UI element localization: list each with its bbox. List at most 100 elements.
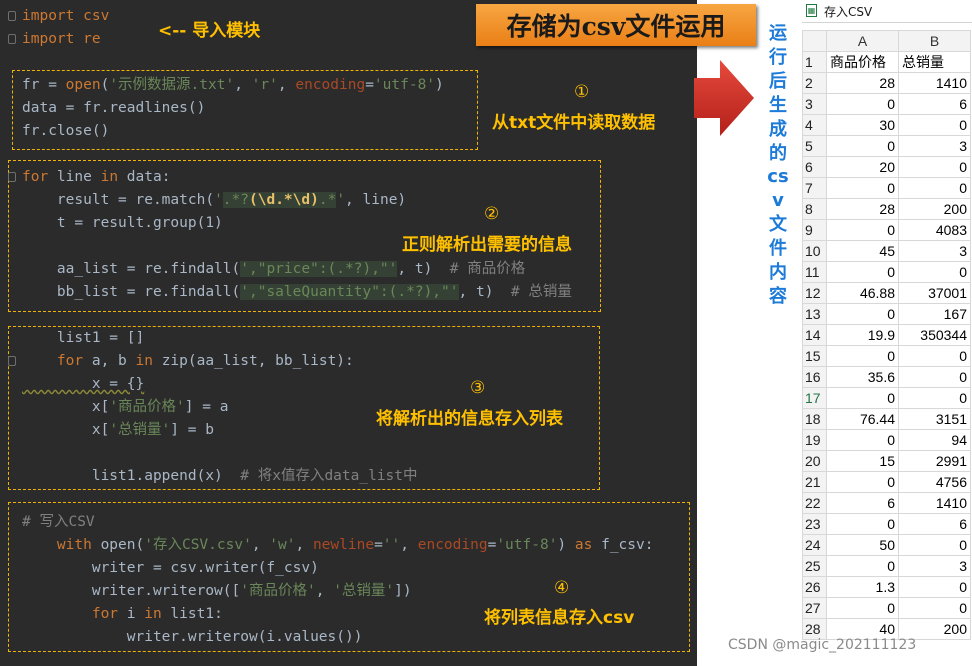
- table-cell[interactable]: 20: [826, 156, 899, 178]
- table-cell[interactable]: 350344: [898, 324, 971, 346]
- row-header[interactable]: 25: [802, 555, 827, 577]
- spreadsheet[interactable]: ▦ 存入CSV A B 1 商品价格 总销量 2 28 1410 3 0 6 4 30 0 5 0 3 6 20…: [802, 0, 972, 666]
- table-cell[interactable]: 3: [898, 555, 971, 577]
- sheet-grid[interactable]: A B 1 商品价格 总销量 2 28 1410 3 0 6 4 30 0 5 0 3 6 20 0 7 0 0 8 28 2…: [802, 30, 971, 640]
- table-row[interactable]: 27 0 0: [802, 597, 971, 619]
- row-header[interactable]: 16: [802, 366, 827, 388]
- table-cell[interactable]: 0: [826, 513, 899, 535]
- table-cell[interactable]: 50: [826, 534, 899, 556]
- row-header[interactable]: 5: [802, 135, 827, 157]
- select-all-corner[interactable]: [802, 30, 827, 52]
- table-cell[interactable]: 0: [826, 429, 899, 451]
- row-header[interactable]: 8: [802, 198, 827, 220]
- table-cell[interactable]: 167: [898, 303, 971, 325]
- table-cell[interactable]: 1.3: [826, 576, 899, 598]
- table-row[interactable]: 24 50 0: [802, 534, 971, 556]
- row-header[interactable]: 12: [802, 282, 827, 304]
- table-row[interactable]: 13 0 167: [802, 303, 971, 325]
- table-cell[interactable]: 0: [826, 93, 899, 115]
- table-cell[interactable]: 0: [898, 261, 971, 283]
- column-header-a[interactable]: A: [826, 30, 899, 52]
- table-row[interactable]: 20 15 2991: [802, 450, 971, 472]
- fold-marker[interactable]: [8, 172, 16, 182]
- table-cell[interactable]: 0: [898, 366, 971, 388]
- table-cell[interactable]: 0: [898, 156, 971, 178]
- table-cell[interactable]: 0: [898, 576, 971, 598]
- table-cell[interactable]: 1410: [898, 492, 971, 514]
- table-cell[interactable]: 0: [826, 387, 899, 409]
- row-header[interactable]: 11: [802, 261, 827, 283]
- table-row[interactable]: 14 19.9 350344: [802, 324, 971, 346]
- row-header[interactable]: 21: [802, 471, 827, 493]
- table-cell[interactable]: 4756: [898, 471, 971, 493]
- table-cell[interactable]: 0: [826, 303, 899, 325]
- row-header[interactable]: 18: [802, 408, 827, 430]
- row-header[interactable]: 26: [802, 576, 827, 598]
- table-row[interactable]: 6 20 0: [802, 156, 971, 178]
- row-header[interactable]: 3: [802, 93, 827, 115]
- table-cell[interactable]: 37001: [898, 282, 971, 304]
- table-cell[interactable]: 3151: [898, 408, 971, 430]
- table-cell[interactable]: 0: [826, 555, 899, 577]
- table-cell[interactable]: 6: [898, 93, 971, 115]
- table-row[interactable]: 8 28 200: [802, 198, 971, 220]
- row-header[interactable]: 7: [802, 177, 827, 199]
- row-header[interactable]: 15: [802, 345, 827, 367]
- table-cell[interactable]: 0: [826, 177, 899, 199]
- table-cell[interactable]: 28: [826, 198, 899, 220]
- row-header[interactable]: 14: [802, 324, 827, 346]
- row-header[interactable]: 20: [802, 450, 827, 472]
- table-cell[interactable]: 0: [898, 345, 971, 367]
- fold-marker[interactable]: [8, 356, 16, 366]
- table-cell[interactable]: 28: [826, 72, 899, 94]
- table-row[interactable]: 26 1.3 0: [802, 576, 971, 598]
- table-cell[interactable]: 2991: [898, 450, 971, 472]
- table-cell[interactable]: 76.44: [826, 408, 899, 430]
- row-header[interactable]: 24: [802, 534, 827, 556]
- table-row[interactable]: 15 0 0: [802, 345, 971, 367]
- table-row[interactable]: 22 6 1410: [802, 492, 971, 514]
- table-cell[interactable]: 商品价格: [826, 51, 899, 73]
- row-header[interactable]: 9: [802, 219, 827, 241]
- row-header[interactable]: 2: [802, 72, 827, 94]
- table-cell[interactable]: 3: [898, 240, 971, 262]
- table-row[interactable]: 2 28 1410: [802, 72, 971, 94]
- table-row[interactable]: 21 0 4756: [802, 471, 971, 493]
- table-cell[interactable]: 94: [898, 429, 971, 451]
- table-row[interactable]: 23 0 6: [802, 513, 971, 535]
- table-cell[interactable]: 0: [898, 114, 971, 136]
- table-row[interactable]: 4 30 0: [802, 114, 971, 136]
- table-cell[interactable]: 15: [826, 450, 899, 472]
- row-header[interactable]: 4: [802, 114, 827, 136]
- row-header[interactable]: 23: [802, 513, 827, 535]
- table-row[interactable]: 18 76.44 3151: [802, 408, 971, 430]
- table-cell[interactable]: 200: [898, 198, 971, 220]
- row-header[interactable]: 17: [802, 387, 827, 409]
- table-row[interactable]: 1 商品价格 总销量: [802, 51, 971, 73]
- table-row[interactable]: 16 35.6 0: [802, 366, 971, 388]
- row-header[interactable]: 27: [802, 597, 827, 619]
- table-cell[interactable]: 总销量: [898, 51, 971, 73]
- table-row[interactable]: 17 0 0: [802, 387, 971, 409]
- table-cell[interactable]: 0: [898, 387, 971, 409]
- table-cell[interactable]: 0: [898, 177, 971, 199]
- table-cell[interactable]: 0: [826, 135, 899, 157]
- table-row[interactable]: 9 0 4083: [802, 219, 971, 241]
- fold-marker[interactable]: [8, 11, 16, 21]
- table-cell[interactable]: 3: [898, 135, 971, 157]
- table-cell[interactable]: 0: [826, 261, 899, 283]
- table-cell[interactable]: 35.6: [826, 366, 899, 388]
- row-header[interactable]: 6: [802, 156, 827, 178]
- table-cell[interactable]: 46.88: [826, 282, 899, 304]
- table-cell[interactable]: 45: [826, 240, 899, 262]
- column-header-b[interactable]: B: [898, 30, 971, 52]
- row-header[interactable]: 22: [802, 492, 827, 514]
- table-row[interactable]: 12 46.88 37001: [802, 282, 971, 304]
- table-cell[interactable]: 6: [898, 513, 971, 535]
- row-header[interactable]: 13: [802, 303, 827, 325]
- table-cell[interactable]: 1410: [898, 72, 971, 94]
- table-row[interactable]: 306: [802, 93, 971, 115]
- row-header[interactable]: 19: [802, 429, 827, 451]
- table-cell[interactable]: 6: [826, 492, 899, 514]
- table-row[interactable]: 503: [802, 135, 971, 157]
